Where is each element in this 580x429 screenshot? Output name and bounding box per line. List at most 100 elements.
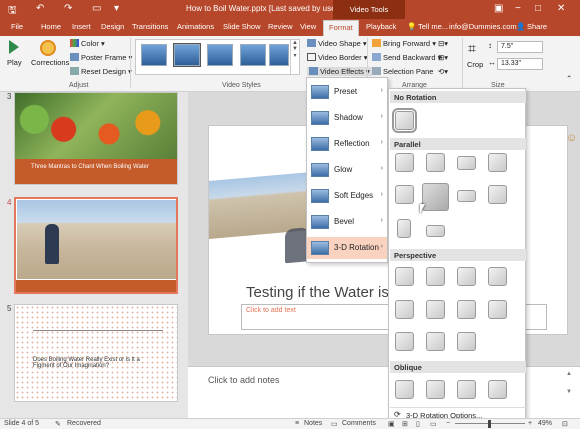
play-button[interactable]: Play	[7, 58, 22, 67]
video-style-thumb[interactable]	[141, 44, 167, 66]
comments-icon[interactable]: ▭	[331, 420, 338, 428]
lightbulb-icon[interactable]: 💡	[407, 22, 416, 31]
customize-icon[interactable]: ▾	[114, 3, 119, 14]
video-style-thumb[interactable]	[269, 44, 289, 66]
video-style-thumb[interactable]	[173, 43, 201, 67]
scrollbar[interactable]: ▲ ▼	[566, 371, 574, 415]
corrections-icon[interactable]	[40, 40, 56, 56]
play-icon[interactable]	[9, 40, 19, 54]
rotation-preset[interactable]	[457, 380, 476, 399]
slide-thumbnail-4[interactable]	[14, 197, 178, 294]
rotation-preset[interactable]	[457, 332, 476, 351]
rotation-preset[interactable]	[457, 190, 476, 202]
account-name[interactable]: info@Dummies.com	[449, 22, 517, 31]
tab-transitions[interactable]: Transitions	[132, 22, 168, 31]
rotation-preset[interactable]	[426, 225, 445, 237]
rotation-preset[interactable]	[457, 156, 476, 170]
slide-sorter-icon[interactable]: ⊞	[402, 420, 408, 428]
minimize-button[interactable]: −	[515, 3, 521, 14]
rotation-preset[interactable]	[395, 153, 414, 172]
tab-insert[interactable]: Insert	[72, 22, 91, 31]
rotation-preset[interactable]	[426, 153, 445, 172]
rotation-preset[interactable]	[426, 267, 445, 286]
zoom-out-icon[interactable]: −	[446, 420, 450, 427]
rotation-preset[interactable]	[426, 380, 445, 399]
undo-icon[interactable]: ↶	[36, 3, 44, 14]
rotation-preset[interactable]	[426, 300, 445, 319]
present-icon[interactable]: ▭	[92, 3, 101, 14]
tab-view[interactable]: View	[300, 22, 316, 31]
color-button[interactable]: Color ▾	[70, 39, 105, 48]
rotation-preset-none[interactable]	[392, 108, 417, 133]
slideshow-icon[interactable]: ▭	[430, 420, 437, 428]
corrections-button[interactable]: Corrections	[31, 58, 69, 67]
crop-button[interactable]: Crop	[467, 60, 483, 69]
comments-button[interactable]: Comments	[342, 420, 376, 427]
tell-me-box[interactable]: Tell me...	[418, 22, 448, 31]
video-shape-button[interactable]: Video Shape ▾	[307, 39, 367, 48]
tab-file[interactable]: File	[11, 22, 23, 31]
rotation-preset[interactable]	[457, 267, 476, 286]
rotation-preset[interactable]	[488, 267, 507, 286]
rotation-preset[interactable]	[395, 300, 414, 319]
tab-design[interactable]: Design	[101, 22, 124, 31]
slide-thumbnail-3[interactable]: Three Mantras to Chant When Boiling Wate…	[14, 92, 178, 185]
menu-item-glow[interactable]: Glow ›	[307, 159, 387, 181]
share-button[interactable]: Share	[527, 22, 547, 31]
crop-icon[interactable]: ⌗	[468, 40, 476, 57]
rotation-preset[interactable]	[488, 380, 507, 399]
menu-item-shadow[interactable]: Shadow ›	[307, 107, 387, 129]
rotation-preset[interactable]	[488, 185, 507, 204]
poster-frame-button[interactable]: Poster Frame ▾	[70, 53, 132, 62]
person-icon[interactable]: 👤	[516, 22, 525, 31]
zoom-in-icon[interactable]: +	[528, 420, 532, 427]
tab-animations[interactable]: Animations	[177, 22, 214, 31]
slide-thumbnail-5[interactable]: Does Boiling Water Really Exist or is it…	[14, 304, 178, 402]
rotation-preset[interactable]	[457, 300, 476, 319]
fit-slide-icon[interactable]: ⊡	[562, 420, 568, 428]
video-border-button[interactable]: Video Border ▾	[307, 53, 368, 62]
tab-format[interactable]: Format	[323, 20, 359, 36]
notes-button[interactable]: Notes	[304, 420, 322, 427]
close-button[interactable]: ✕	[557, 3, 565, 14]
rotation-preset[interactable]	[397, 219, 411, 238]
tab-playback[interactable]: Playback	[366, 22, 396, 31]
gallery-scroll[interactable]: ▲ ▼ ▾	[290, 40, 299, 74]
reading-view-icon[interactable]: ▯	[416, 420, 420, 428]
video-style-thumb[interactable]	[240, 44, 266, 66]
tab-home[interactable]: Home	[41, 22, 61, 31]
ribbon-display-icon[interactable]: ▣	[494, 3, 503, 14]
video-style-thumb[interactable]	[207, 44, 233, 66]
menu-item-3d-rotation[interactable]: 3-D Rotation ›	[307, 237, 387, 259]
reset-design-button[interactable]: Reset Design ▾	[70, 67, 132, 76]
bring-forward-button[interactable]: Bring Forward ▾	[372, 39, 436, 48]
menu-item-reflection[interactable]: Reflection ›	[307, 133, 387, 155]
group-icon[interactable]: ⊞▾	[438, 53, 448, 62]
notes-placeholder[interactable]: Click to add notes	[208, 375, 280, 385]
notes-icon[interactable]: ≡	[295, 420, 299, 427]
tab-review[interactable]: Review	[268, 22, 293, 31]
maximize-button[interactable]: □	[535, 3, 541, 14]
rotation-preset[interactable]	[422, 183, 449, 211]
normal-view-icon[interactable]: ▣	[388, 420, 395, 428]
zoom-level[interactable]: 49%	[538, 420, 552, 427]
rotation-preset[interactable]	[488, 300, 507, 319]
rotation-preset[interactable]	[395, 185, 414, 204]
menu-item-preset[interactable]: Preset ›	[307, 81, 387, 103]
send-backward-button[interactable]: Send Backward ▾	[372, 53, 441, 62]
smiley-icon[interactable]: ☺	[566, 132, 577, 144]
save-icon[interactable]: 🖫	[8, 3, 17, 20]
width-input[interactable]: 13.33"	[497, 58, 543, 70]
collapse-ribbon-icon[interactable]: ⌃	[566, 74, 572, 83]
align-icon[interactable]: ⊟▾	[438, 39, 448, 48]
rotation-preset[interactable]	[395, 267, 414, 286]
redo-icon[interactable]: ↷	[64, 3, 72, 14]
height-input[interactable]: 7.5"	[497, 41, 543, 53]
menu-item-bevel[interactable]: Bevel ›	[307, 211, 387, 233]
rotation-preset[interactable]	[426, 332, 445, 351]
rotation-preset[interactable]	[395, 332, 414, 351]
menu-item-soft-edges[interactable]: Soft Edges ›	[307, 185, 387, 207]
tab-slide-show[interactable]: Slide Show	[223, 22, 261, 31]
slide-title[interactable]: Testing if the Water is Bo	[246, 284, 411, 301]
rotate-icon[interactable]: ⟲▾	[438, 67, 448, 76]
